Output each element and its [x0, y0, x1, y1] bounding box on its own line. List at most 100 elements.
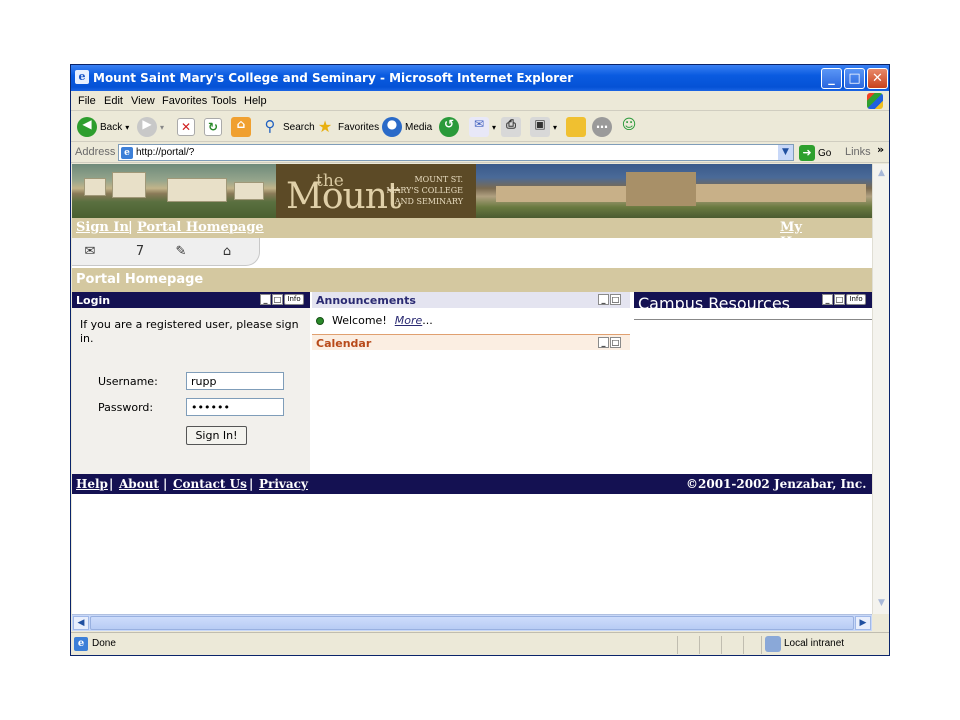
campus-icon[interactable]: ⌂ [217, 244, 237, 260]
scroll-left-icon[interactable]: ◀ [73, 616, 89, 630]
go-arrow-icon: ➜ [799, 145, 815, 161]
menu-edit[interactable]: Edit [104, 95, 123, 107]
media-button[interactable]: ● Media [382, 115, 432, 139]
back-dropdown-icon: ▾ [125, 122, 130, 132]
minimize-button[interactable]: _ [821, 68, 842, 89]
mail-icon: ✉ [469, 117, 489, 137]
password-label: Password: [98, 401, 154, 414]
copyright: ©2001-2002 Jenzabar, Inc. [686, 477, 867, 491]
privacy-link[interactable]: Privacy [259, 477, 308, 491]
college-banner: Mount the MOUNT ST. MARY'S COLLEGE AND S… [72, 164, 872, 218]
maximize-portlet-icon[interactable]: □ [272, 294, 283, 305]
menu-bar: File Edit View Favorites Tools Help [71, 91, 889, 111]
scroll-right-icon[interactable]: ▶ [855, 616, 871, 630]
menu-help[interactable]: Help [244, 95, 267, 107]
folder-button[interactable] [566, 115, 586, 139]
mount-logo: Mount the MOUNT ST. MARY'S COLLEGE AND S… [276, 164, 476, 218]
username-field[interactable]: rupp [186, 372, 284, 390]
horizontal-scrollbar[interactable]: ◀ ▶ [72, 614, 872, 631]
minimize-portlet-icon[interactable]: _ [822, 294, 833, 305]
refresh-icon: ↻ [204, 118, 222, 136]
campus-photo-left [72, 164, 276, 218]
links-button[interactable]: Links [845, 146, 871, 158]
menu-tools[interactable]: Tools [211, 95, 237, 107]
page-title: Portal Homepage [76, 272, 204, 287]
bullet-icon [316, 316, 324, 325]
login-portlet: Login _ □ Info If you are a registered u… [72, 292, 310, 474]
edit-button[interactable]: ▣ ▾ [530, 115, 557, 139]
mail-button[interactable]: ✉ ▾ [469, 115, 496, 139]
login-message: If you are a registered user, please sig… [80, 318, 299, 345]
scroll-up-icon[interactable]: ▲ [874, 166, 889, 181]
maximize-portlet-icon[interactable]: □ [610, 294, 621, 305]
announcement-text: Welcome! [332, 314, 387, 327]
minimize-portlet-icon[interactable]: _ [598, 294, 609, 305]
address-bar: Address e http://portal/? ▼ ➜ Go Links » [71, 143, 889, 163]
media-label: Media [405, 121, 433, 133]
address-dropdown-icon[interactable]: ▼ [778, 145, 793, 160]
divider [634, 319, 872, 320]
help-link[interactable]: Help [76, 477, 108, 491]
home-button[interactable]: ⌂ [231, 115, 251, 139]
back-arrow-icon: ◀ [77, 117, 97, 137]
calendar-header: Calendar _ □ [312, 334, 630, 350]
discuss-icon: … [592, 117, 612, 137]
links-chevron-icon[interactable]: » [877, 143, 884, 156]
refresh-button[interactable]: ↻ [204, 115, 222, 139]
menu-favorites[interactable]: Favorites [162, 95, 207, 107]
search-icon: ⚲ [264, 117, 276, 135]
search-button[interactable]: ⚲ Search [260, 115, 315, 139]
menu-view[interactable]: View [131, 95, 155, 107]
scroll-thumb[interactable] [90, 616, 854, 630]
username-label: Username: [98, 375, 158, 388]
college-name: MOUNT ST. MARY'S COLLEGE AND SEMINARY [386, 175, 463, 206]
menu-file[interactable]: File [78, 95, 96, 107]
discuss-button[interactable]: … [592, 115, 612, 139]
back-label: Back [100, 121, 123, 133]
mail-dropdown-icon: ▾ [492, 122, 497, 132]
maximize-portlet-icon[interactable]: □ [610, 337, 621, 348]
minimize-portlet-icon[interactable]: _ [260, 294, 271, 305]
status-bar: e Done Local intranet [71, 632, 889, 655]
forward-button[interactable]: ▶ ▾ [137, 115, 164, 139]
forward-dropdown-icon: ▾ [160, 122, 165, 132]
favorites-button[interactable]: ★ Favorites [315, 115, 379, 139]
stop-button[interactable]: ✕ [177, 115, 195, 139]
vertical-scrollbar[interactable]: ▲ ▼ [872, 164, 889, 614]
more-ellipsis: ... [422, 314, 433, 327]
sign-in-button[interactable]: Sign In! [186, 426, 247, 445]
contact-us-link[interactable]: Contact Us [173, 477, 247, 491]
title-bar: e Mount Saint Mary's College and Seminar… [71, 65, 889, 91]
scroll-down-icon[interactable]: ▼ [874, 596, 889, 611]
calendar-title: Calendar [316, 337, 372, 350]
back-button[interactable]: ◀ Back ▾ [77, 115, 129, 139]
page-viewport: Mount the MOUNT ST. MARY'S COLLEGE AND S… [72, 164, 872, 614]
maximize-portlet-icon[interactable]: □ [834, 294, 845, 305]
go-button[interactable]: ➜ Go [799, 145, 831, 161]
messages-icon[interactable]: ✉ [80, 244, 100, 260]
tools-icon[interactable]: ✎ [171, 244, 191, 260]
edit-page-icon: ▣ [530, 117, 550, 137]
address-input[interactable]: e http://portal/? ▼ [118, 144, 794, 161]
password-field[interactable]: •••••• [186, 398, 284, 416]
maximize-button[interactable]: □ [844, 68, 865, 89]
campus-resources-info-button[interactable]: Info [846, 294, 866, 305]
mount-the: the [316, 171, 344, 191]
calendar-icon[interactable]: 7 [130, 244, 150, 260]
login-header: Login _ □ Info [72, 292, 310, 308]
sign-in-link[interactable]: Sign In [76, 220, 129, 235]
security-zone: Local intranet [784, 638, 845, 649]
browser-window: e Mount Saint Mary's College and Seminar… [70, 64, 890, 656]
campus-resources-header: Campus Resources _ □ Info [634, 292, 872, 313]
portal-homepage-link[interactable]: Portal Homepage [137, 220, 264, 235]
edit-dropdown-icon: ▾ [553, 122, 558, 132]
more-link[interactable]: More [395, 314, 423, 327]
about-link[interactable]: About [119, 477, 159, 491]
minimize-portlet-icon[interactable]: _ [598, 337, 609, 348]
close-button[interactable]: ✕ [867, 68, 888, 89]
login-info-button[interactable]: Info [284, 294, 304, 305]
history-button[interactable]: ↺ [439, 115, 459, 139]
messenger-button[interactable]: ☺ [619, 115, 639, 139]
history-icon: ↺ [439, 117, 459, 137]
print-button[interactable]: ⎙ [501, 115, 521, 139]
